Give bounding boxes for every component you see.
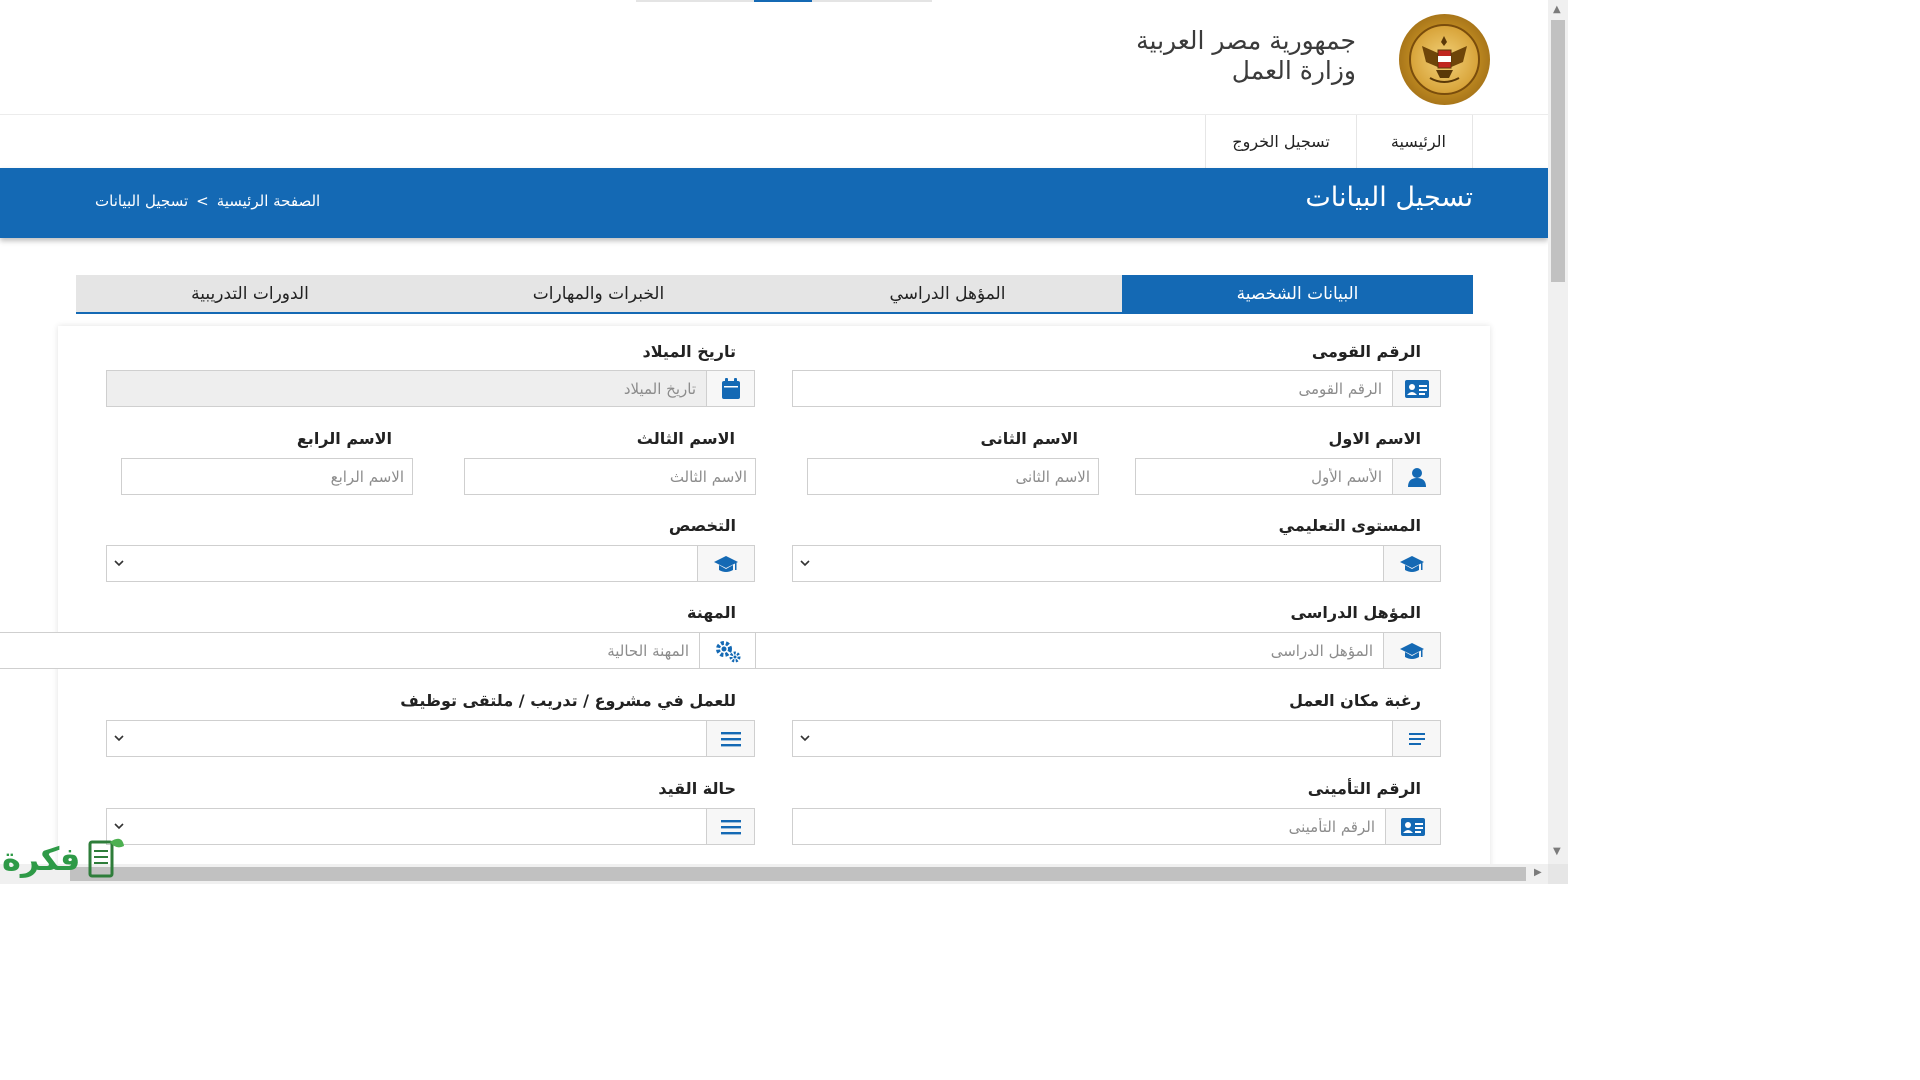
nav-logout[interactable]: تسجيل الخروج [1206,115,1357,168]
insurance-number-label: الرقم التأمينى [1307,779,1421,798]
qualification-field [755,632,1441,669]
education-level-label: المستوى التعليمي [1278,516,1421,535]
page-banner: تسجيل البيانات الصفحة الرئيسية > تسجيل ا… [0,168,1548,238]
page: جمهورية مصر العربية وزارة العمل الرئيسية… [0,0,1548,864]
national-id-label: الرقم القومى [1311,342,1421,361]
cogs-icon [699,633,755,668]
insurance-number-input[interactable] [793,809,1385,844]
page-title: تسجيل البيانات [1305,182,1473,213]
profession-input[interactable] [0,633,699,668]
watermark-logo: فكرة [2,832,126,882]
graduation-cap-icon [1383,633,1440,668]
work-in-dropdown[interactable] [107,721,706,756]
calendar-icon[interactable] [706,371,754,406]
breadcrumb-separator: > [196,192,209,210]
specialization-label: التخصص [668,516,736,535]
vertical-scroll-thumb[interactable] [1551,20,1565,282]
birth-date-label: تاريخ الميلاد [642,342,736,361]
insurance-number-field [792,808,1441,845]
eagle-icon [1422,36,1467,83]
work-in-label: للعمل في مشروع / تدريب / ملتقى توظيف [400,691,736,710]
ministry-logo [1399,14,1490,105]
list-icon [706,721,754,756]
first-name-field [1135,458,1441,495]
scrollbar-corner [1548,864,1568,884]
scroll-down-arrow-icon[interactable]: ▼ [1553,846,1561,857]
id-card-icon [1385,809,1440,844]
user-icon [1392,459,1440,494]
breadcrumb-home[interactable]: الصفحة الرئيسية [217,192,321,210]
qualification-label: المؤهل الدراسى [1290,603,1421,622]
registration-status-dropdown[interactable] [107,809,706,844]
qualification-input[interactable] [756,633,1383,668]
third-name-input[interactable] [465,459,755,494]
workplace-preference-dropdown[interactable] [793,721,1392,756]
profession-label: المهنة [686,603,736,622]
organization-title: جمهورية مصر العربية وزارة العمل [1136,26,1356,86]
nav-home[interactable]: الرئيسية [1357,115,1473,168]
breadcrumb-current: تسجيل البيانات [95,192,189,210]
chevron-down-icon [114,560,124,567]
birth-date-field [106,370,755,407]
ministry-name: وزارة العمل [1231,56,1356,85]
second-name-label: الاسم الثانى [980,429,1078,448]
notebook-leaf-icon [88,838,124,878]
fourth-name-input[interactable] [122,459,412,494]
form-tabs: البيانات الشخصية المؤهل الدراسي الخبرات … [76,275,1473,314]
country-name: جمهورية مصر العربية [1136,26,1356,55]
workplace-preference-select[interactable] [792,720,1441,757]
site-header: جمهورية مصر العربية وزارة العمل [0,0,1548,115]
watermark-text: فكرة [2,840,81,878]
national-id-input[interactable] [793,371,1392,406]
national-id-field [792,370,1441,407]
birth-date-input[interactable] [107,371,706,406]
tab-personal-data[interactable]: البيانات الشخصية [1122,275,1473,312]
first-name-label: الاسم الاول [1328,429,1421,448]
education-level-dropdown[interactable] [793,546,1383,581]
main-nav: الرئيسية تسجيل الخروج [1205,115,1473,168]
tab-training-courses[interactable]: الدورات التدريبية [76,275,424,312]
education-level-select[interactable] [792,545,1441,582]
specialization-select[interactable] [106,545,755,582]
second-name-input[interactable] [808,459,1098,494]
chevron-down-icon [114,735,124,742]
graduation-cap-icon [697,546,754,581]
third-name-label: الاسم الثالث [636,429,735,448]
second-name-field [807,458,1099,495]
horizontal-scrollbar[interactable]: ▶ [0,864,1548,884]
chevron-down-icon [800,735,810,742]
horizontal-scroll-thumb[interactable] [70,867,1526,881]
first-name-input[interactable] [1136,459,1392,494]
tab-experience-skills[interactable]: الخبرات والمهارات [424,275,773,312]
registration-status-label: حالة القيد [658,779,736,798]
specialization-dropdown[interactable] [107,546,697,581]
fourth-name-field [121,458,413,495]
third-name-field [464,458,756,495]
list-icon [706,809,754,844]
work-in-select[interactable] [106,720,755,757]
graduation-cap-icon [1383,546,1440,581]
fourth-name-label: الاسم الرابع [296,429,392,448]
workplace-preference-label: رغبة مكان العمل [1289,691,1421,710]
chevron-down-icon [114,823,124,830]
profession-field [0,632,756,669]
vertical-scrollbar[interactable]: ▲ ▼ [1548,0,1568,864]
tab-qualification[interactable]: المؤهل الدراسي [773,275,1122,312]
registration-status-select[interactable] [106,808,755,845]
scroll-right-arrow-icon[interactable]: ▶ [1534,867,1542,878]
chevron-down-icon [800,560,810,567]
id-card-icon [1392,371,1440,406]
scroll-up-arrow-icon[interactable]: ▲ [1553,4,1561,15]
breadcrumb: الصفحة الرئيسية > تسجيل البيانات [95,192,320,210]
list-icon [1392,721,1440,756]
